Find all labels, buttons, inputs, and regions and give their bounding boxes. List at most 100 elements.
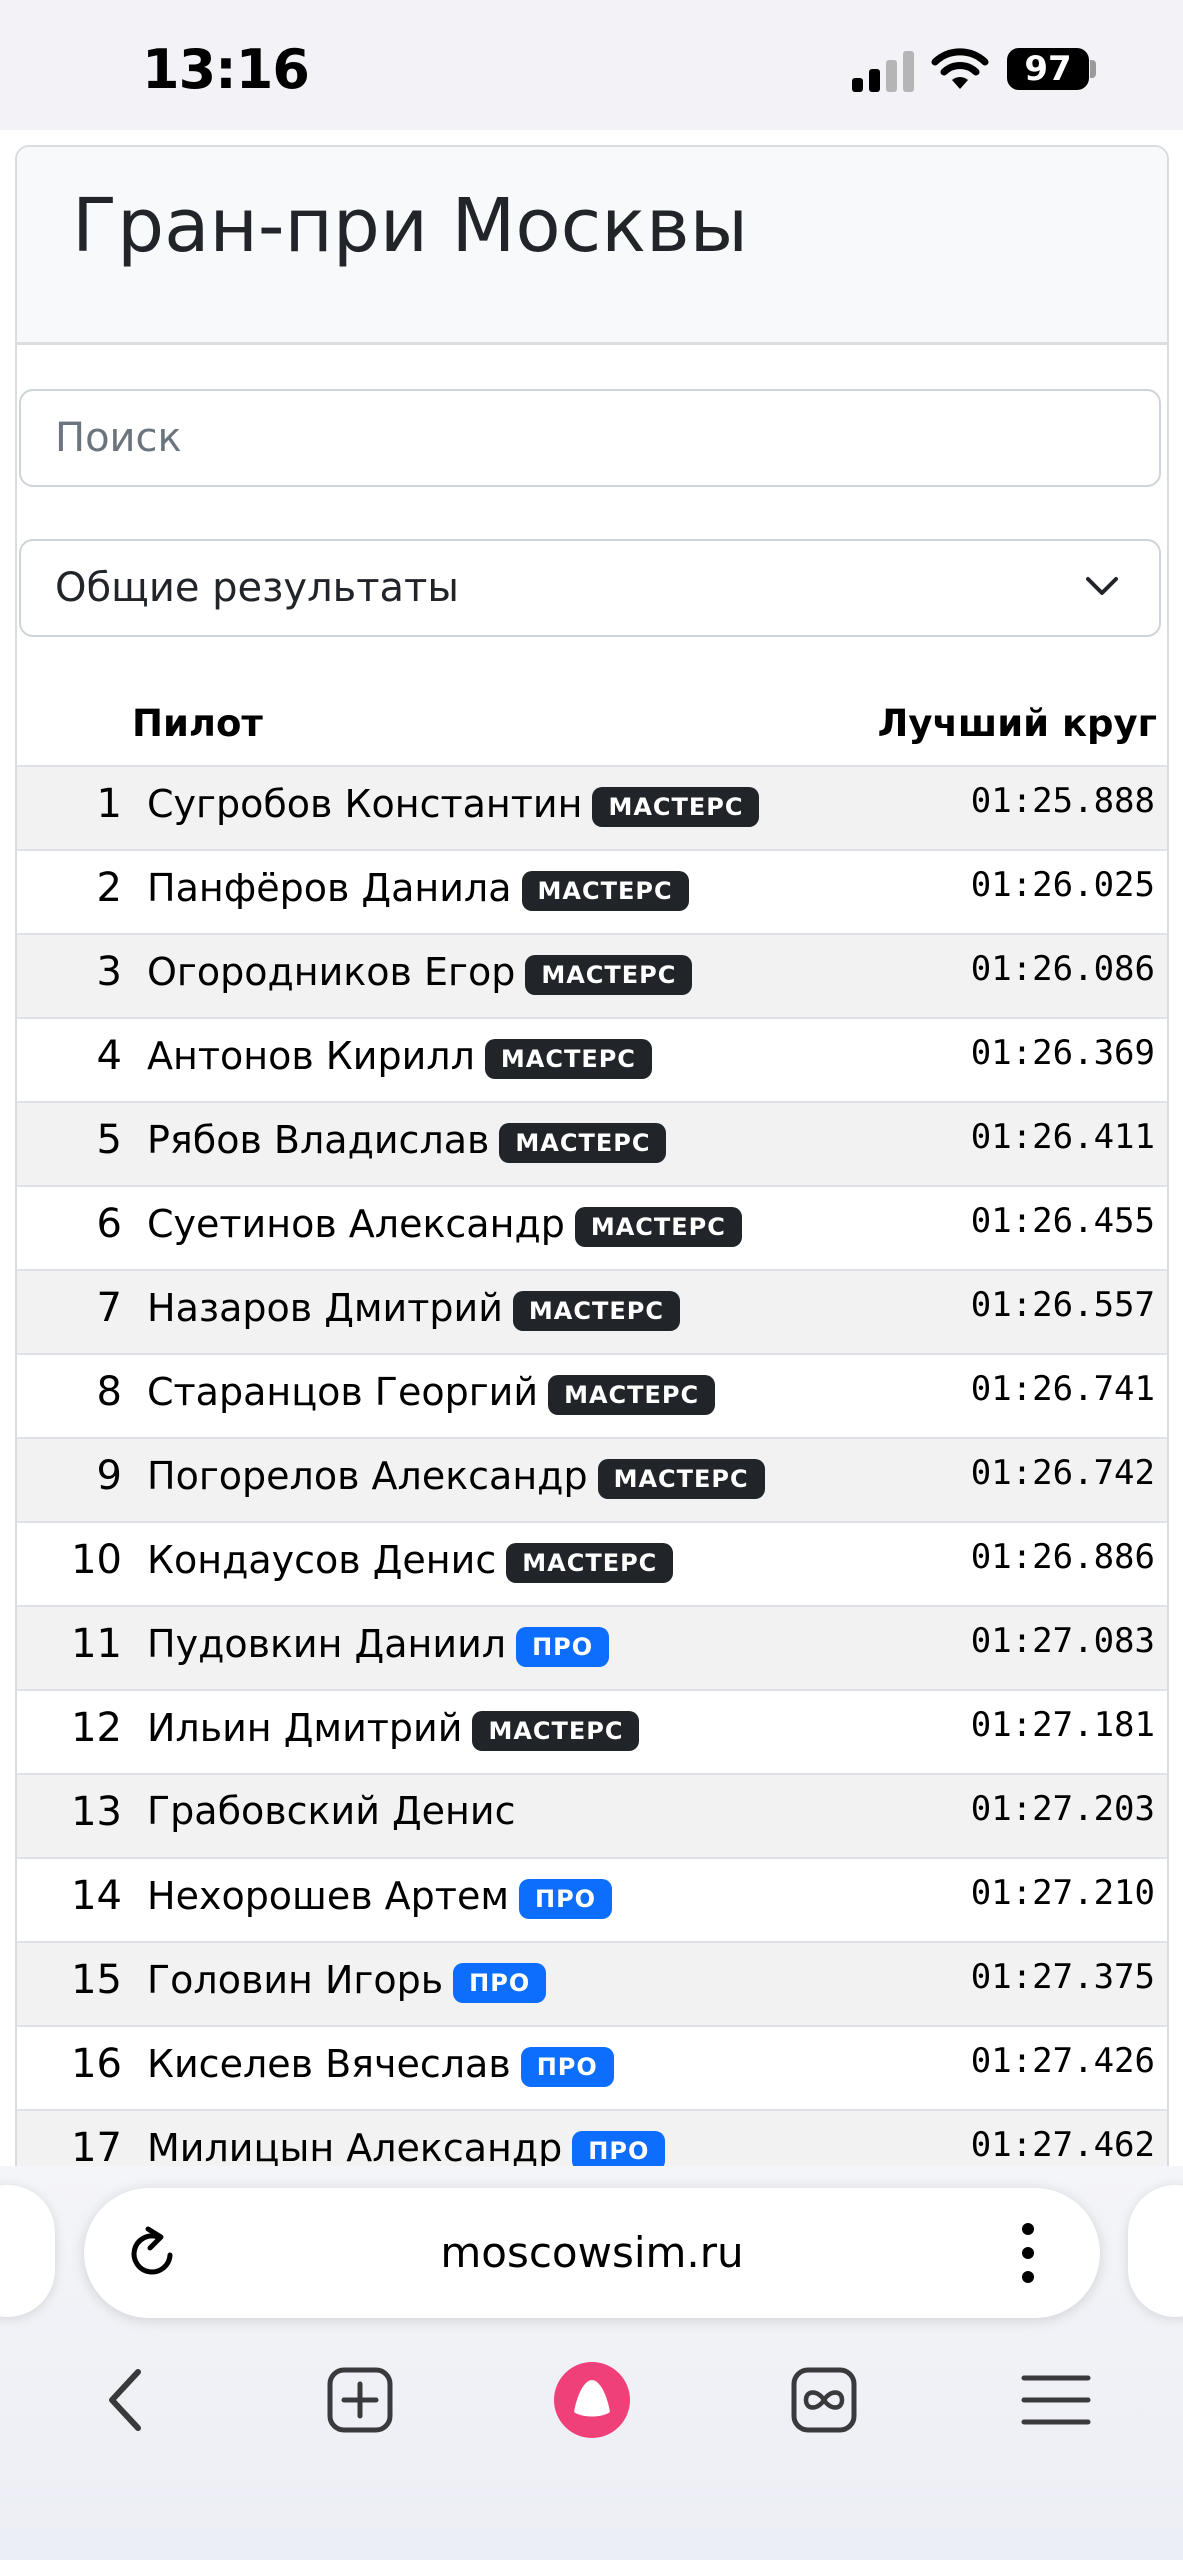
address-bar[interactable]: moscowsim.ru	[84, 2188, 1100, 2318]
row-position: 17	[71, 2125, 122, 2171]
row-pilot: Погорелов Александр МАСТЕРС	[147, 1453, 765, 1499]
back-icon[interactable]	[90, 2362, 166, 2438]
table-row: 13 Грабовский Денис 01:27.203	[17, 1773, 1167, 1857]
row-position: 9	[96, 1453, 122, 1499]
pilot-name: Милицын Александр	[147, 2126, 563, 2170]
row-pilot: Суетинов Александр МАСТЕРС	[147, 1201, 742, 1247]
results-table-body: 1 Сугробов Константин МАСТЕРС 01:25.888 2 Пан…	[17, 765, 1167, 2193]
row-best-lap: 01:26.886	[970, 1537, 1155, 1577]
pro-badge: ПРО	[520, 2047, 614, 2087]
table-row: 8 Старанцов Георгий МАСТЕРС 01:26.741	[17, 1353, 1167, 1437]
table-row: 2 Панфёров Данила МАСТЕРС 01:26.025	[17, 849, 1167, 933]
row-best-lap: 01:26.411	[970, 1117, 1155, 1157]
table-row: 6 Суетинов Александр МАСТЕРС 01:26.455	[17, 1185, 1167, 1269]
table-row: 9 Погорелов Александр МАСТЕРС 01:26.742	[17, 1437, 1167, 1521]
pro-badge: ПРО	[518, 1879, 613, 1919]
row-best-lap: 01:27.203	[970, 1789, 1155, 1829]
row-position: 13	[71, 1789, 122, 1835]
table-row: 10 Кондаусов Денис МАСТЕРС 01:26.886	[17, 1521, 1167, 1605]
pilot-name: Старанцов Георгий	[147, 1370, 539, 1414]
table-row: 7 Назаров Дмитрий МАСТЕРС 01:26.557	[17, 1269, 1167, 1353]
row-position: 12	[71, 1705, 122, 1751]
row-position: 14	[71, 1873, 122, 1919]
pilot-name: Киселев Вячеслав	[147, 2042, 511, 2086]
masters-badge: МАСТЕРС	[525, 955, 693, 995]
row-position: 8	[96, 1369, 122, 1415]
row-pilot: Рябов Владислав МАСТЕРС	[147, 1117, 667, 1163]
row-best-lap: 01:26.455	[970, 1201, 1155, 1241]
alice-icon[interactable]	[552, 2360, 632, 2440]
row-best-lap: 01:26.742	[970, 1453, 1155, 1493]
row-best-lap: 01:25.888	[970, 781, 1155, 821]
url-text: moscowsim.ru	[440, 2228, 744, 2277]
row-best-lap: 01:27.375	[970, 1957, 1155, 1997]
row-best-lap: 01:26.741	[970, 1369, 1155, 1409]
row-pilot: Киселев Вячеслав ПРО	[147, 2041, 614, 2087]
row-pilot: Нехорошев Артем ПРО	[147, 1873, 613, 1919]
pro-badge: ПРО	[572, 2131, 666, 2171]
pilot-name: Антонов Кирилл	[147, 1034, 475, 1078]
pilot-name: Ильин Дмитрий	[147, 1706, 463, 1750]
row-pilot: Ильин Дмитрий МАСТЕРС	[147, 1705, 640, 1751]
pilot-name: Головин Игорь	[147, 1958, 444, 2002]
row-best-lap: 01:26.086	[970, 949, 1155, 989]
table-row: 15 Головин Игорь ПРО 01:27.375	[17, 1941, 1167, 2025]
row-position: 7	[96, 1285, 122, 1331]
row-pilot: Антонов Кирилл МАСТЕРС	[147, 1033, 652, 1079]
row-pilot: Старанцов Георгий МАСТЕРС	[147, 1369, 716, 1415]
search-input[interactable]: Поиск	[19, 389, 1161, 487]
row-pilot: Милицын Александр ПРО	[147, 2125, 666, 2171]
row-best-lap: 01:27.462	[970, 2125, 1155, 2165]
wifi-icon	[931, 48, 989, 89]
row-position: 10	[71, 1537, 122, 1583]
battery-tip	[1090, 60, 1096, 78]
masters-badge: МАСТЕРС	[592, 787, 760, 827]
row-pilot: Панфёров Данила МАСТЕРС	[147, 865, 689, 911]
results-filter-select[interactable]: Общие результаты	[19, 539, 1161, 637]
row-pilot: Головин Игорь ПРО	[147, 1957, 547, 2003]
menu-icon[interactable]	[1018, 2362, 1094, 2438]
battery-icon: 97	[1007, 48, 1089, 90]
row-position: 1	[96, 781, 122, 827]
battery-level: 97	[1024, 49, 1072, 89]
masters-badge: МАСТЕРС	[472, 1711, 640, 1751]
table-row: 12 Ильин Дмитрий МАСТЕРС 01:27.181	[17, 1689, 1167, 1773]
table-row: 14 Нехорошев Артем ПРО 01:27.210	[17, 1857, 1167, 1941]
tabs-icon[interactable]	[786, 2362, 862, 2438]
signal-icon	[852, 51, 914, 92]
column-header-best-lap[interactable]: Лучший круг	[878, 702, 1157, 745]
next-tab-preview[interactable]	[1128, 2185, 1183, 2317]
masters-badge: МАСТЕРС	[506, 1543, 674, 1583]
row-pilot: Кондаусов Денис МАСТЕРС	[147, 1537, 674, 1583]
row-position: 6	[96, 1201, 122, 1247]
row-pilot: Пудовкин Даниил ПРО	[147, 1621, 610, 1667]
row-pilot: Грабовский Денис	[147, 1789, 515, 1833]
pilot-name: Кондаусов Денис	[147, 1538, 497, 1582]
masters-badge: МАСТЕРС	[597, 1459, 765, 1499]
status-bar: 13:16 97	[0, 0, 1183, 130]
row-position: 4	[96, 1033, 122, 1079]
pilot-name: Пудовкин Даниил	[147, 1622, 507, 1666]
row-pilot: Назаров Дмитрий МАСТЕРС	[147, 1285, 680, 1331]
row-best-lap: 01:27.181	[970, 1705, 1155, 1745]
pilot-name: Нехорошев Артем	[147, 1874, 509, 1918]
pro-badge: ПРО	[453, 1963, 547, 2003]
more-vertical-icon[interactable]	[1018, 2220, 1038, 2286]
results-card: Гран-при Москвы Поиск Общие результаты П…	[15, 145, 1169, 2247]
table-row: 3 Огородников Егор МАСТЕРС 01:26.086	[17, 933, 1167, 1017]
masters-badge: МАСТЕРС	[521, 871, 689, 911]
new-tab-icon[interactable]	[322, 2362, 398, 2438]
row-position: 11	[71, 1621, 122, 1667]
pilot-name: Назаров Дмитрий	[147, 1286, 503, 1330]
masters-badge: МАСТЕРС	[548, 1375, 716, 1415]
masters-badge: МАСТЕРС	[484, 1039, 652, 1079]
pilot-name: Погорелов Александр	[147, 1454, 588, 1498]
row-pilot: Сугробов Константин МАСТЕРС	[147, 781, 760, 827]
row-position: 15	[71, 1957, 122, 2003]
row-best-lap: 01:26.369	[970, 1033, 1155, 1073]
table-row: 4 Антонов Кирилл МАСТЕРС 01:26.369	[17, 1017, 1167, 1101]
column-header-pilot[interactable]: Пилот	[132, 702, 263, 745]
row-best-lap: 01:27.426	[970, 2041, 1155, 2081]
pilot-name: Грабовский Денис	[147, 1789, 516, 1833]
masters-badge: МАСТЕРС	[574, 1207, 742, 1247]
